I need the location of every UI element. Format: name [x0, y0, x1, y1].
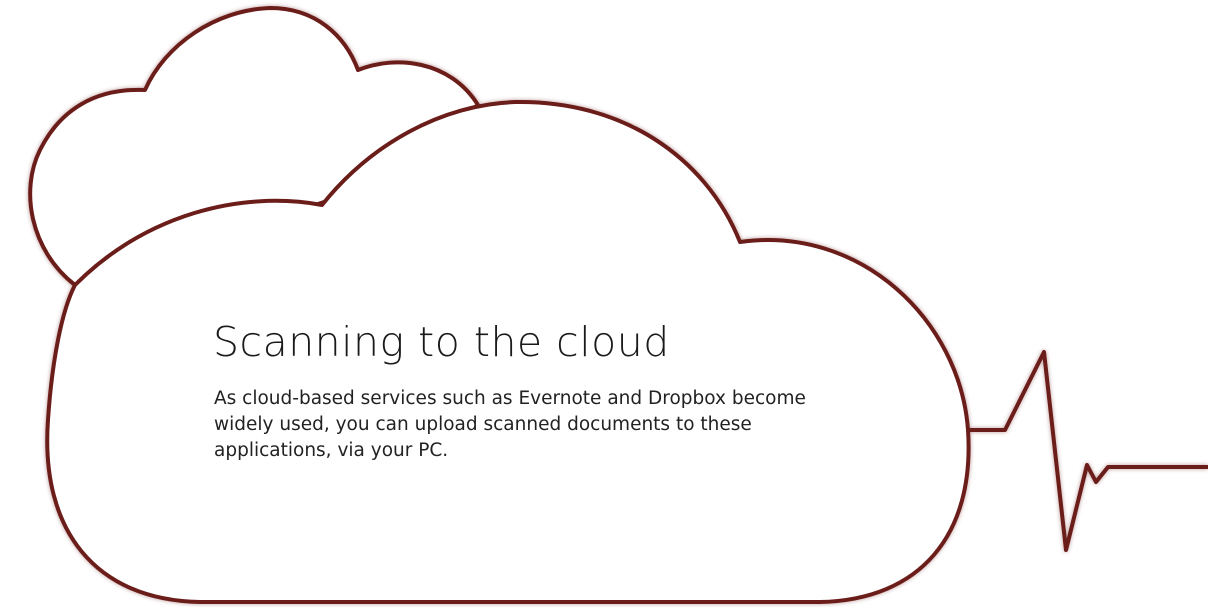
section-description: As cloud-based services such as Evernote… — [214, 388, 806, 461]
cloud-illustration-svg — [28, 6, 1208, 604]
cloud-illustration: Scanning to the cloud As cloud-based ser… — [0, 0, 1208, 607]
page-title: Scanning to the cloud — [213, 318, 670, 366]
heartbeat-line-icon — [966, 350, 1208, 552]
